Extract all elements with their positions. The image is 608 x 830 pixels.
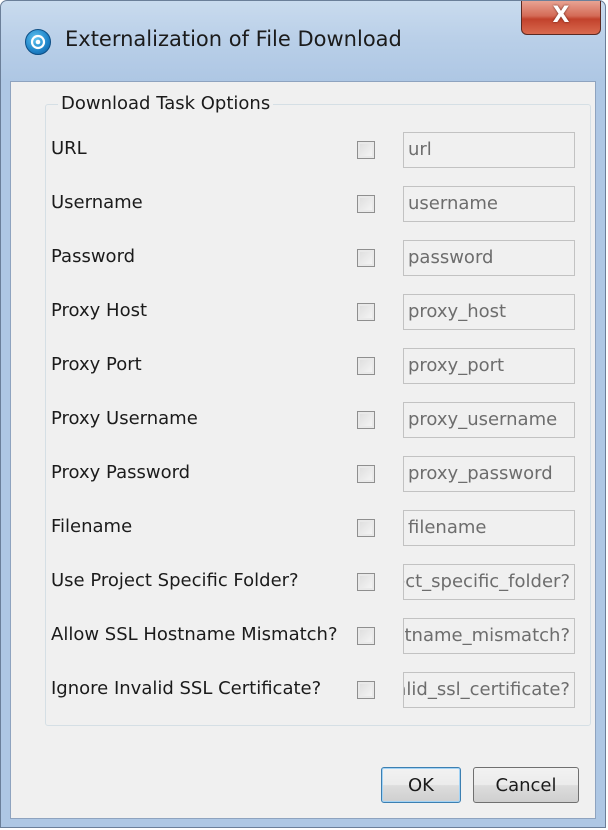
app-logo-icon <box>25 29 51 55</box>
option-field-value: ignore_invalid_ssl_certificate? <box>404 679 570 700</box>
option-label: Username <box>51 192 143 213</box>
cancel-button[interactable]: Cancel <box>473 767 579 803</box>
option-field[interactable]: filename <box>403 510 575 546</box>
option-checkbox[interactable] <box>357 411 375 429</box>
option-label: Filename <box>51 516 133 537</box>
ok-button[interactable]: OK <box>381 767 461 803</box>
option-label: Use Project Specific Folder? <box>51 570 299 591</box>
option-label: Password <box>51 246 136 267</box>
option-field[interactable]: url <box>403 132 575 168</box>
option-label: Allow SSL Hostname Mismatch? <box>51 624 338 645</box>
title-bar[interactable]: Externalization of File Download X <box>1 1 605 81</box>
option-field-value: allow_ssl_hostname_mismatch? <box>404 625 570 646</box>
group-label: Download Task Options <box>58 93 274 114</box>
close-icon: X <box>552 3 570 28</box>
option-label: Proxy Password <box>51 462 191 483</box>
option-field[interactable]: allow_ssl_hostname_mismatch? <box>403 618 575 654</box>
option-field[interactable]: proxy_port <box>403 348 575 384</box>
option-field[interactable]: ignore_invalid_ssl_certificate? <box>403 672 575 708</box>
option-checkbox[interactable] <box>357 573 375 591</box>
option-field-value: proxy_username <box>408 409 558 430</box>
option-field[interactable]: proxy_password <box>403 456 575 492</box>
option-field[interactable]: use_project_specific_folder? <box>403 564 575 600</box>
option-label: Proxy Port <box>51 354 142 375</box>
close-button[interactable]: X <box>521 1 601 35</box>
option-checkbox[interactable] <box>357 249 375 267</box>
option-field-value: use_project_specific_folder? <box>404 571 570 592</box>
option-checkbox[interactable] <box>357 357 375 375</box>
option-field[interactable]: proxy_host <box>403 294 575 330</box>
option-label: URL <box>51 138 87 159</box>
option-label: Proxy Username <box>51 408 198 429</box>
option-field-value: proxy_password <box>408 463 553 484</box>
option-checkbox[interactable] <box>357 519 375 537</box>
option-field[interactable]: proxy_username <box>403 402 575 438</box>
option-field[interactable]: password <box>403 240 575 276</box>
option-label: Proxy Host <box>51 300 148 321</box>
dialog-window: Externalization of File Download X Downl… <box>0 0 606 828</box>
option-label: Ignore Invalid SSL Certificate? <box>51 678 322 699</box>
option-field-value: url <box>408 139 432 160</box>
option-field[interactable]: username <box>403 186 575 222</box>
option-field-value: proxy_port <box>408 355 505 376</box>
option-field-value: filename <box>408 517 487 538</box>
option-checkbox[interactable] <box>357 465 375 483</box>
option-checkbox[interactable] <box>357 681 375 699</box>
option-field-value: username <box>408 193 498 214</box>
option-field-value: password <box>408 247 494 268</box>
option-checkbox[interactable] <box>357 141 375 159</box>
option-checkbox[interactable] <box>357 627 375 645</box>
option-field-value: proxy_host <box>408 301 507 322</box>
dialog-content: Download Task Options URL url Username user… <box>10 81 596 819</box>
option-checkbox[interactable] <box>357 303 375 321</box>
option-checkbox[interactable] <box>357 195 375 213</box>
window-title: Externalization of File Download <box>65 27 402 51</box>
